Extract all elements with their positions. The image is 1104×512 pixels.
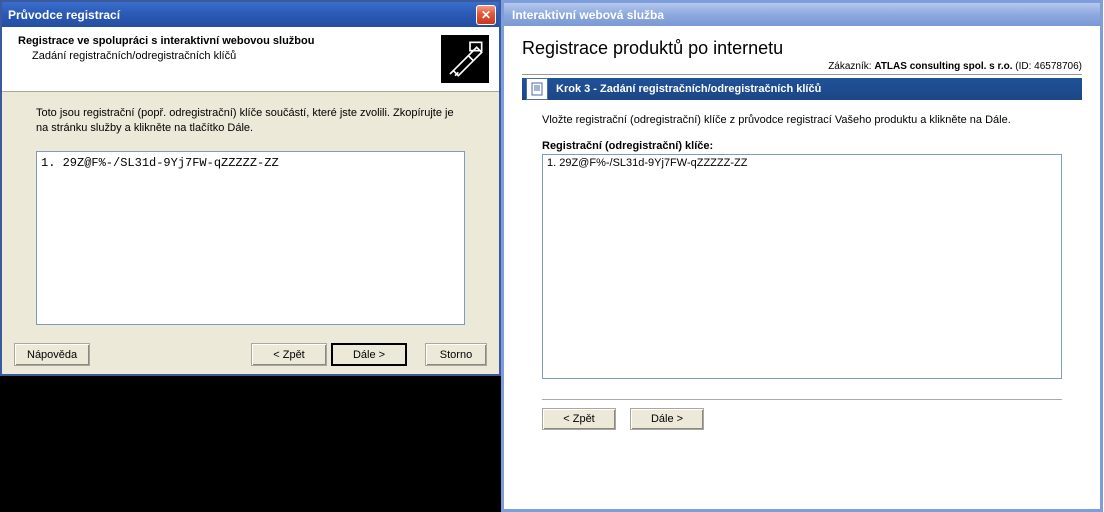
close-icon: ✕ bbox=[481, 8, 491, 22]
customer-name: ATLAS consulting spol. s r.o. bbox=[874, 61, 1012, 72]
customer-id: (ID: 46578706) bbox=[1015, 61, 1082, 72]
web-titlebar[interactable]: Interaktivní webová služba bbox=[504, 3, 1100, 26]
step-bar: Krok 3 - Zadání registračních/odregistra… bbox=[522, 78, 1082, 100]
document-icon bbox=[526, 78, 548, 100]
web-button-bar: < Zpět Dále > bbox=[522, 408, 1082, 430]
wizard-button-bar: Nápověda < Zpět Dále > Storno bbox=[2, 335, 499, 374]
next-button[interactable]: Dále > bbox=[331, 343, 407, 366]
wizard-instruction: Toto jsou registrační (popř. odregistrač… bbox=[36, 106, 465, 137]
wizard-header-panel: Registrace ve spolupráci s interaktivní … bbox=[2, 27, 499, 92]
keys-label: Registrační (odregistrační) klíče: bbox=[522, 140, 1082, 152]
wizard-titlebar[interactable]: Průvodce registrací ✕ bbox=[2, 2, 499, 27]
web-keys-textarea[interactable] bbox=[542, 154, 1062, 379]
divider bbox=[542, 399, 1062, 400]
help-button[interactable]: Nápověda bbox=[14, 343, 90, 366]
back-button[interactable]: < Zpět bbox=[251, 343, 327, 366]
wizard-header-subtitle: Zadání registračních/odregistračních klí… bbox=[12, 50, 441, 62]
registration-icon bbox=[441, 35, 489, 83]
wizard-header-title: Registrace ve spolupráci s interaktivní … bbox=[12, 35, 441, 47]
black-background bbox=[0, 376, 501, 512]
web-next-button[interactable]: Dále > bbox=[630, 408, 704, 430]
wizard-title: Průvodce registrací bbox=[8, 8, 120, 22]
web-service-window: Interaktivní webová služba Registrace pr… bbox=[501, 0, 1103, 512]
page-title: Registrace produktů po internetu bbox=[522, 38, 1082, 59]
customer-info: Zákazník: ATLAS consulting spol. s r.o. … bbox=[522, 61, 1082, 75]
close-button[interactable]: ✕ bbox=[476, 5, 496, 25]
step-label: Krok 3 - Zadání registračních/odregistra… bbox=[554, 83, 821, 95]
wizard-window: Průvodce registrací ✕ Registrace ve spol… bbox=[0, 0, 501, 376]
cancel-button[interactable]: Storno bbox=[425, 343, 487, 366]
wizard-content: Toto jsou registrační (popř. odregistrač… bbox=[2, 92, 499, 335]
wizard-header-text: Registrace ve spolupráci s interaktivní … bbox=[12, 35, 441, 62]
web-back-button[interactable]: < Zpět bbox=[542, 408, 616, 430]
registration-keys-textarea[interactable] bbox=[36, 151, 465, 325]
web-body: Registrace produktů po internetu Zákazní… bbox=[504, 26, 1100, 509]
web-title: Interaktivní webová služba bbox=[512, 8, 664, 22]
customer-label: Zákazník: bbox=[828, 61, 871, 72]
web-instruction: Vložte registrační (odregistrační) klíče… bbox=[522, 114, 1082, 126]
